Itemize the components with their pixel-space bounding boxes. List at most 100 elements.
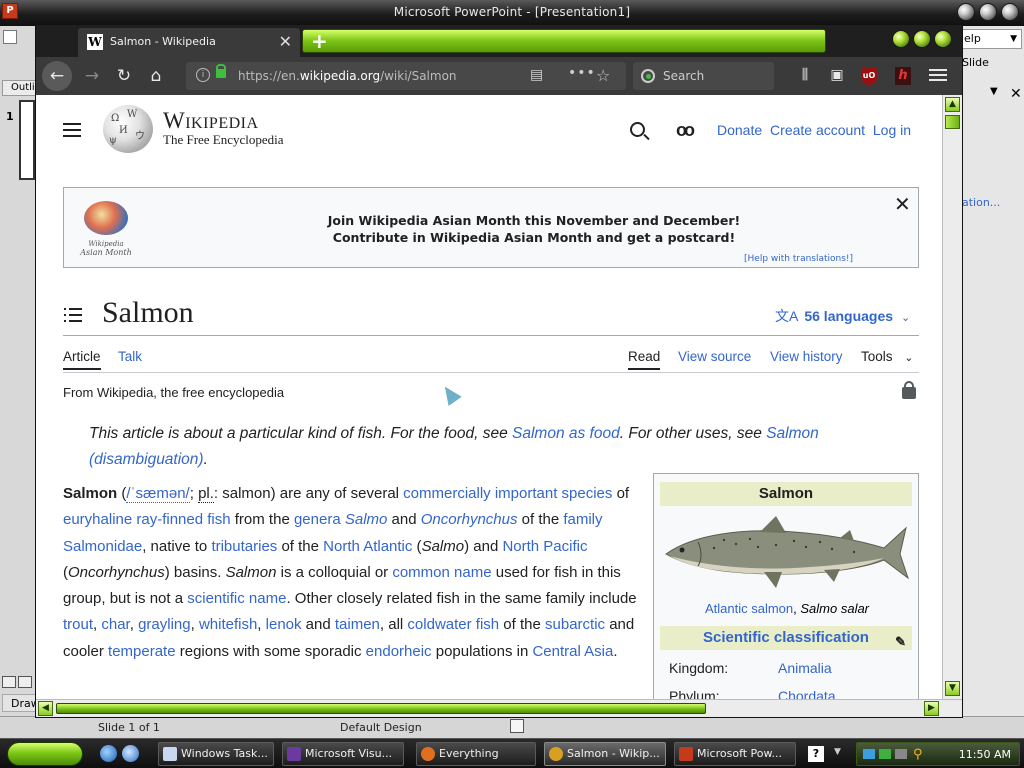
create-account-link[interactable]: Create account [770, 122, 865, 138]
slide-menu-label[interactable]: Slide [962, 56, 989, 69]
tab-talk[interactable]: Talk [118, 349, 142, 364]
spelling-check-icon[interactable] [510, 719, 524, 733]
bookmark-star-icon[interactable]: ☆ [596, 66, 610, 85]
endorheic-link[interactable]: endorheic [366, 643, 432, 660]
login-link[interactable]: Log in [873, 122, 911, 138]
search-bar[interactable]: Search [633, 62, 774, 90]
banner-message[interactable]: Join Wikipedia Asian Month this November… [274, 212, 794, 246]
scroll-up-icon[interactable]: ▲ [945, 97, 960, 112]
taskbar-item-everything[interactable]: Everything [416, 742, 536, 766]
tools-menu[interactable]: Tools ⌄ [861, 349, 914, 364]
draw-menu[interactable]: Draw [2, 694, 40, 712]
language-selector[interactable]: 文A 56 languages ⌄ [775, 306, 910, 326]
subarctic-link[interactable]: subarctic [545, 616, 605, 633]
scroll-down-icon[interactable]: ▼ [945, 681, 960, 696]
horizontal-scroll-thumb[interactable] [56, 703, 706, 714]
maximize-button[interactable] [979, 3, 997, 21]
tab-read[interactable]: Read [628, 349, 661, 370]
network-icon[interactable] [863, 749, 875, 759]
table-of-contents-icon[interactable] [64, 308, 82, 324]
outline-tab[interactable]: Outli [2, 80, 36, 96]
horizontal-scrollbar[interactable]: ◀ ▶ [36, 699, 962, 717]
tray-app-icon[interactable] [879, 749, 891, 759]
salmon-as-food-link[interactable]: Salmon as food [512, 425, 620, 442]
forward-button[interactable]: → [78, 63, 106, 89]
euryhaline-ray-finned-fish-link[interactable]: euryhaline ray-finned fish [63, 511, 231, 528]
wikipedia-globe-logo[interactable]: ΩWИウψ [103, 105, 153, 153]
hamburger-menu-icon[interactable] [929, 66, 947, 84]
pronunciation-link[interactable]: /ˈsæmən/ [126, 485, 190, 503]
volume-icon[interactable] [895, 749, 907, 759]
search-icon[interactable] [630, 122, 645, 137]
whitefish-link[interactable]: whitefish [199, 616, 257, 633]
central-asia-link[interactable]: Central Asia [532, 643, 613, 660]
main-menu-icon[interactable] [63, 123, 81, 139]
tab-view-source[interactable]: View source [678, 349, 751, 364]
new-tab-button[interactable]: + [302, 29, 826, 53]
tab-view-history[interactable]: View history [770, 349, 843, 364]
appearance-glasses-icon[interactable]: oo [676, 121, 695, 139]
scientific-classification-header[interactable]: Scientific classification ✎ [660, 626, 912, 650]
task-pane-close-icon[interactable]: ✕ [1010, 86, 1022, 102]
sidebar-icon[interactable]: ▣ [827, 67, 847, 85]
task-pane-link[interactable]: ation... [962, 196, 1000, 209]
grayling-link[interactable]: grayling [138, 616, 191, 633]
kingdom-value-link[interactable]: Animalia [778, 660, 832, 676]
tributaries-link[interactable]: tributaries [211, 538, 277, 555]
north-pacific-link[interactable]: North Pacific [502, 538, 587, 555]
common-name-link[interactable]: common name [392, 564, 491, 581]
taskbar-item-firefox[interactable]: Salmon - Wikip... [544, 742, 666, 766]
vertical-scrollbar[interactable]: ▲ ▼ [942, 95, 962, 699]
edit-pencil-icon[interactable]: ✎ [895, 630, 906, 654]
minimize-button[interactable] [957, 3, 975, 21]
genera-link[interactable]: genera [294, 511, 341, 528]
north-atlantic-link[interactable]: North Atlantic [323, 538, 412, 555]
tray-expand-icon[interactable]: ▼ [834, 747, 841, 757]
slide-thumbnail[interactable] [19, 100, 35, 180]
normal-view-icon[interactable] [2, 676, 16, 688]
quicklaunch-browser-icon[interactable] [122, 745, 139, 762]
atlantic-salmon-image[interactable] [664, 512, 910, 592]
firefox-close-button[interactable] [934, 30, 952, 48]
close-tab-icon[interactable]: ✕ [279, 32, 292, 51]
commercially-important-species-link[interactable]: commercially important species [403, 485, 612, 502]
url-bar[interactable]: i https://en.wikipedia.org/wiki/Salmon ▤… [186, 62, 626, 90]
protection-lock-icon[interactable] [902, 381, 916, 399]
char-link[interactable]: char [101, 616, 129, 633]
site-info-icon[interactable]: i [196, 68, 210, 82]
reload-button[interactable]: ↻ [110, 63, 138, 89]
help-icon[interactable]: ? [808, 746, 824, 762]
atlantic-salmon-link[interactable]: Atlantic salmon [705, 601, 793, 616]
taskbar-item-task-manager[interactable]: Windows Task... [158, 742, 274, 766]
tab-article[interactable]: Article [63, 349, 101, 370]
internet-explorer-icon[interactable] [100, 745, 117, 762]
phylum-value-link[interactable]: Chordata [778, 688, 836, 699]
tab-salmon-wikipedia[interactable]: W Salmon - Wikipedia ✕ [78, 28, 300, 57]
library-icon[interactable]: ⫼ [795, 67, 815, 85]
banner-close-icon[interactable]: ✕ [894, 192, 911, 217]
clock[interactable]: 11:50 AM [959, 748, 1011, 761]
salmo-link[interactable]: Salmo [345, 511, 388, 528]
home-button[interactable]: ⌂ [142, 63, 170, 89]
scroll-left-icon[interactable]: ◀ [38, 701, 53, 716]
ublock-origin-icon[interactable]: uO [861, 67, 877, 85]
slide-sorter-view-icon[interactable] [18, 676, 32, 688]
wikipedia-wordmark[interactable]: Wikipedia The Free Encyclopedia [163, 108, 284, 148]
oncorhynchus-link[interactable]: Oncorhynchus [421, 511, 518, 528]
donate-link[interactable]: Donate [717, 122, 762, 138]
firefox-minimize-button[interactable] [892, 30, 910, 48]
dropdown-arrow-icon[interactable]: ▼ [1010, 30, 1017, 48]
trout-link[interactable]: trout [63, 616, 93, 633]
taskbar-item-visual-studio[interactable]: Microsoft Visu... [282, 742, 404, 766]
scroll-right-icon[interactable]: ▶ [924, 701, 939, 716]
new-document-icon[interactable] [3, 30, 17, 44]
extension-h-icon[interactable]: h [895, 67, 911, 85]
help-with-translations-link[interactable]: [Help with translations!] [744, 254, 853, 264]
vertical-scroll-thumb[interactable] [945, 115, 960, 129]
help-search-box[interactable]: elp ▼ [962, 29, 1022, 49]
scientific-name-link[interactable]: scientific name [187, 590, 286, 607]
reader-view-icon[interactable]: ▤ [530, 67, 543, 83]
coldwater-fish-link[interactable]: coldwater fish [407, 616, 499, 633]
close-button[interactable] [1001, 3, 1019, 21]
start-button[interactable] [7, 742, 83, 766]
